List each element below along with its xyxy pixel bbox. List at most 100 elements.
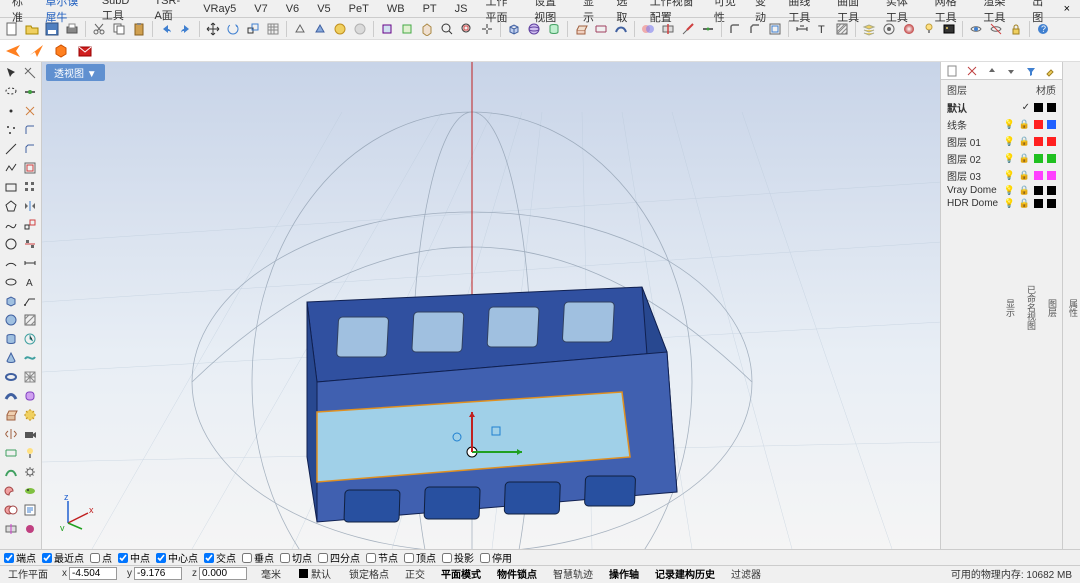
status-toggle[interactable]: 操作轴 — [605, 566, 643, 581]
sweep-icon[interactable] — [612, 20, 630, 38]
array-icon[interactable] — [21, 178, 39, 196]
box-icon[interactable] — [505, 20, 523, 38]
lights-icon[interactable] — [920, 20, 938, 38]
pipe-icon[interactable] — [2, 387, 20, 405]
fillet-tool-icon[interactable] — [21, 121, 39, 139]
save-icon[interactable] — [43, 20, 61, 38]
new-icon[interactable] — [3, 20, 21, 38]
zoom-extents-icon[interactable] — [458, 20, 476, 38]
status-toggle[interactable]: 平面模式 — [437, 566, 485, 581]
explode-icon[interactable] — [21, 102, 39, 120]
help-icon[interactable]: ? — [1034, 20, 1052, 38]
status-toggle[interactable]: 物件锁点 — [493, 566, 541, 581]
align-icon[interactable] — [21, 235, 39, 253]
cut-icon[interactable] — [90, 20, 108, 38]
boolean-union-icon[interactable] — [2, 482, 20, 500]
menu-item[interactable]: WB — [379, 2, 413, 16]
view-top-icon[interactable] — [378, 20, 396, 38]
shaded-icon[interactable] — [311, 20, 329, 38]
vtab[interactable]: 图层 — [1046, 299, 1059, 317]
y-input[interactable] — [134, 567, 182, 580]
cone-tool-icon[interactable] — [2, 349, 20, 367]
lock-icon[interactable] — [1007, 20, 1025, 38]
extrude-tool-icon[interactable] — [2, 406, 20, 424]
layer-row[interactable]: 图层 01💡🔒 — [941, 133, 1062, 150]
close-icon[interactable]: × — [1058, 3, 1076, 15]
status-toggle[interactable]: 记录建构历史 — [651, 566, 719, 581]
polygon-icon[interactable] — [2, 197, 20, 215]
current-layer[interactable]: 默认 — [295, 566, 335, 581]
arc-icon[interactable] — [2, 254, 20, 272]
materials-icon[interactable] — [900, 20, 918, 38]
osnap-最近点[interactable]: 最近点 — [42, 550, 84, 565]
menu-item[interactable]: V7 — [246, 2, 275, 16]
menu-item[interactable]: PeT — [341, 2, 377, 16]
settings-icon[interactable] — [21, 463, 39, 481]
light-tool-icon[interactable] — [21, 444, 39, 462]
tools-icon[interactable] — [1043, 62, 1059, 80]
rotate-icon[interactable] — [224, 20, 242, 38]
filter-icon[interactable] — [1023, 62, 1039, 80]
zoom-icon[interactable] — [438, 20, 456, 38]
polyline-icon[interactable] — [2, 159, 20, 177]
mail-icon[interactable] — [76, 42, 94, 60]
props-icon[interactable] — [880, 20, 898, 38]
trim-icon[interactable] — [679, 20, 697, 38]
chamfer-tool-icon[interactable] — [21, 140, 39, 158]
boolean-diff-icon[interactable] — [2, 501, 20, 519]
undo-icon[interactable] — [157, 20, 175, 38]
osnap-投影[interactable]: 投影 — [442, 550, 474, 565]
circle-icon[interactable] — [2, 235, 20, 253]
z-input[interactable] — [199, 567, 247, 580]
delete-icon[interactable] — [965, 62, 981, 80]
scale-icon[interactable] — [244, 20, 262, 38]
up-icon[interactable] — [984, 62, 1000, 80]
layer-row[interactable]: 图层 02💡🔒 — [941, 150, 1062, 167]
pan-icon[interactable] — [478, 20, 496, 38]
down-icon[interactable] — [1004, 62, 1020, 80]
line-icon[interactable] — [2, 140, 20, 158]
revolve-icon[interactable] — [2, 425, 20, 443]
mirror-icon[interactable] — [21, 197, 39, 215]
lasso-icon[interactable] — [2, 83, 20, 101]
osnap-中心点[interactable]: 中心点 — [156, 550, 198, 565]
rendered-icon[interactable] — [331, 20, 349, 38]
boolean-icon[interactable] — [639, 20, 657, 38]
split-tool-icon[interactable] — [2, 520, 20, 538]
scale-tool-icon[interactable] — [21, 216, 39, 234]
view-persp-icon[interactable] — [418, 20, 436, 38]
paste-icon[interactable] — [130, 20, 148, 38]
layer-row[interactable]: 图层 03💡🔒 — [941, 167, 1062, 184]
ellipse-icon[interactable] — [2, 273, 20, 291]
vtab[interactable]: 属性 — [1067, 299, 1080, 317]
curve-icon[interactable] — [2, 216, 20, 234]
show-icon[interactable] — [987, 20, 1005, 38]
osnap-点[interactable]: 点 — [90, 550, 112, 565]
menu-item[interactable]: JS — [447, 2, 476, 16]
grid-icon[interactable] — [264, 20, 282, 38]
loft-icon[interactable] — [592, 20, 610, 38]
new-layer-icon[interactable] — [945, 62, 961, 80]
hatch-icon[interactable] — [833, 20, 851, 38]
layer-row[interactable]: HDR Dome💡🔒 — [941, 197, 1062, 210]
status-toggle[interactable]: 正交 — [401, 566, 429, 581]
analyze-icon[interactable] — [21, 330, 39, 348]
extrude-icon[interactable] — [572, 20, 590, 38]
vtab[interactable]: 已命名视图 — [1025, 285, 1038, 330]
osnap-中点[interactable]: 中点 — [118, 550, 150, 565]
view-front-icon[interactable] — [398, 20, 416, 38]
torus-icon[interactable] — [2, 368, 20, 386]
offset-tool-icon[interactable] — [21, 159, 39, 177]
redo-icon[interactable] — [177, 20, 195, 38]
camera-icon[interactable] — [21, 425, 39, 443]
copy-icon[interactable] — [110, 20, 128, 38]
layer-row[interactable]: 默认✓ — [941, 99, 1062, 116]
osnap-切点[interactable]: 切点 — [280, 550, 312, 565]
menu-item[interactable]: PT — [415, 2, 445, 16]
cylinder-tool-icon[interactable] — [2, 330, 20, 348]
surface-analyze-icon[interactable] — [21, 349, 39, 367]
layer-icon[interactable] — [860, 20, 878, 38]
osnap-垂点[interactable]: 垂点 — [242, 550, 274, 565]
paper-plane-icon[interactable] — [28, 42, 46, 60]
box-tool-icon[interactable] — [2, 292, 20, 310]
